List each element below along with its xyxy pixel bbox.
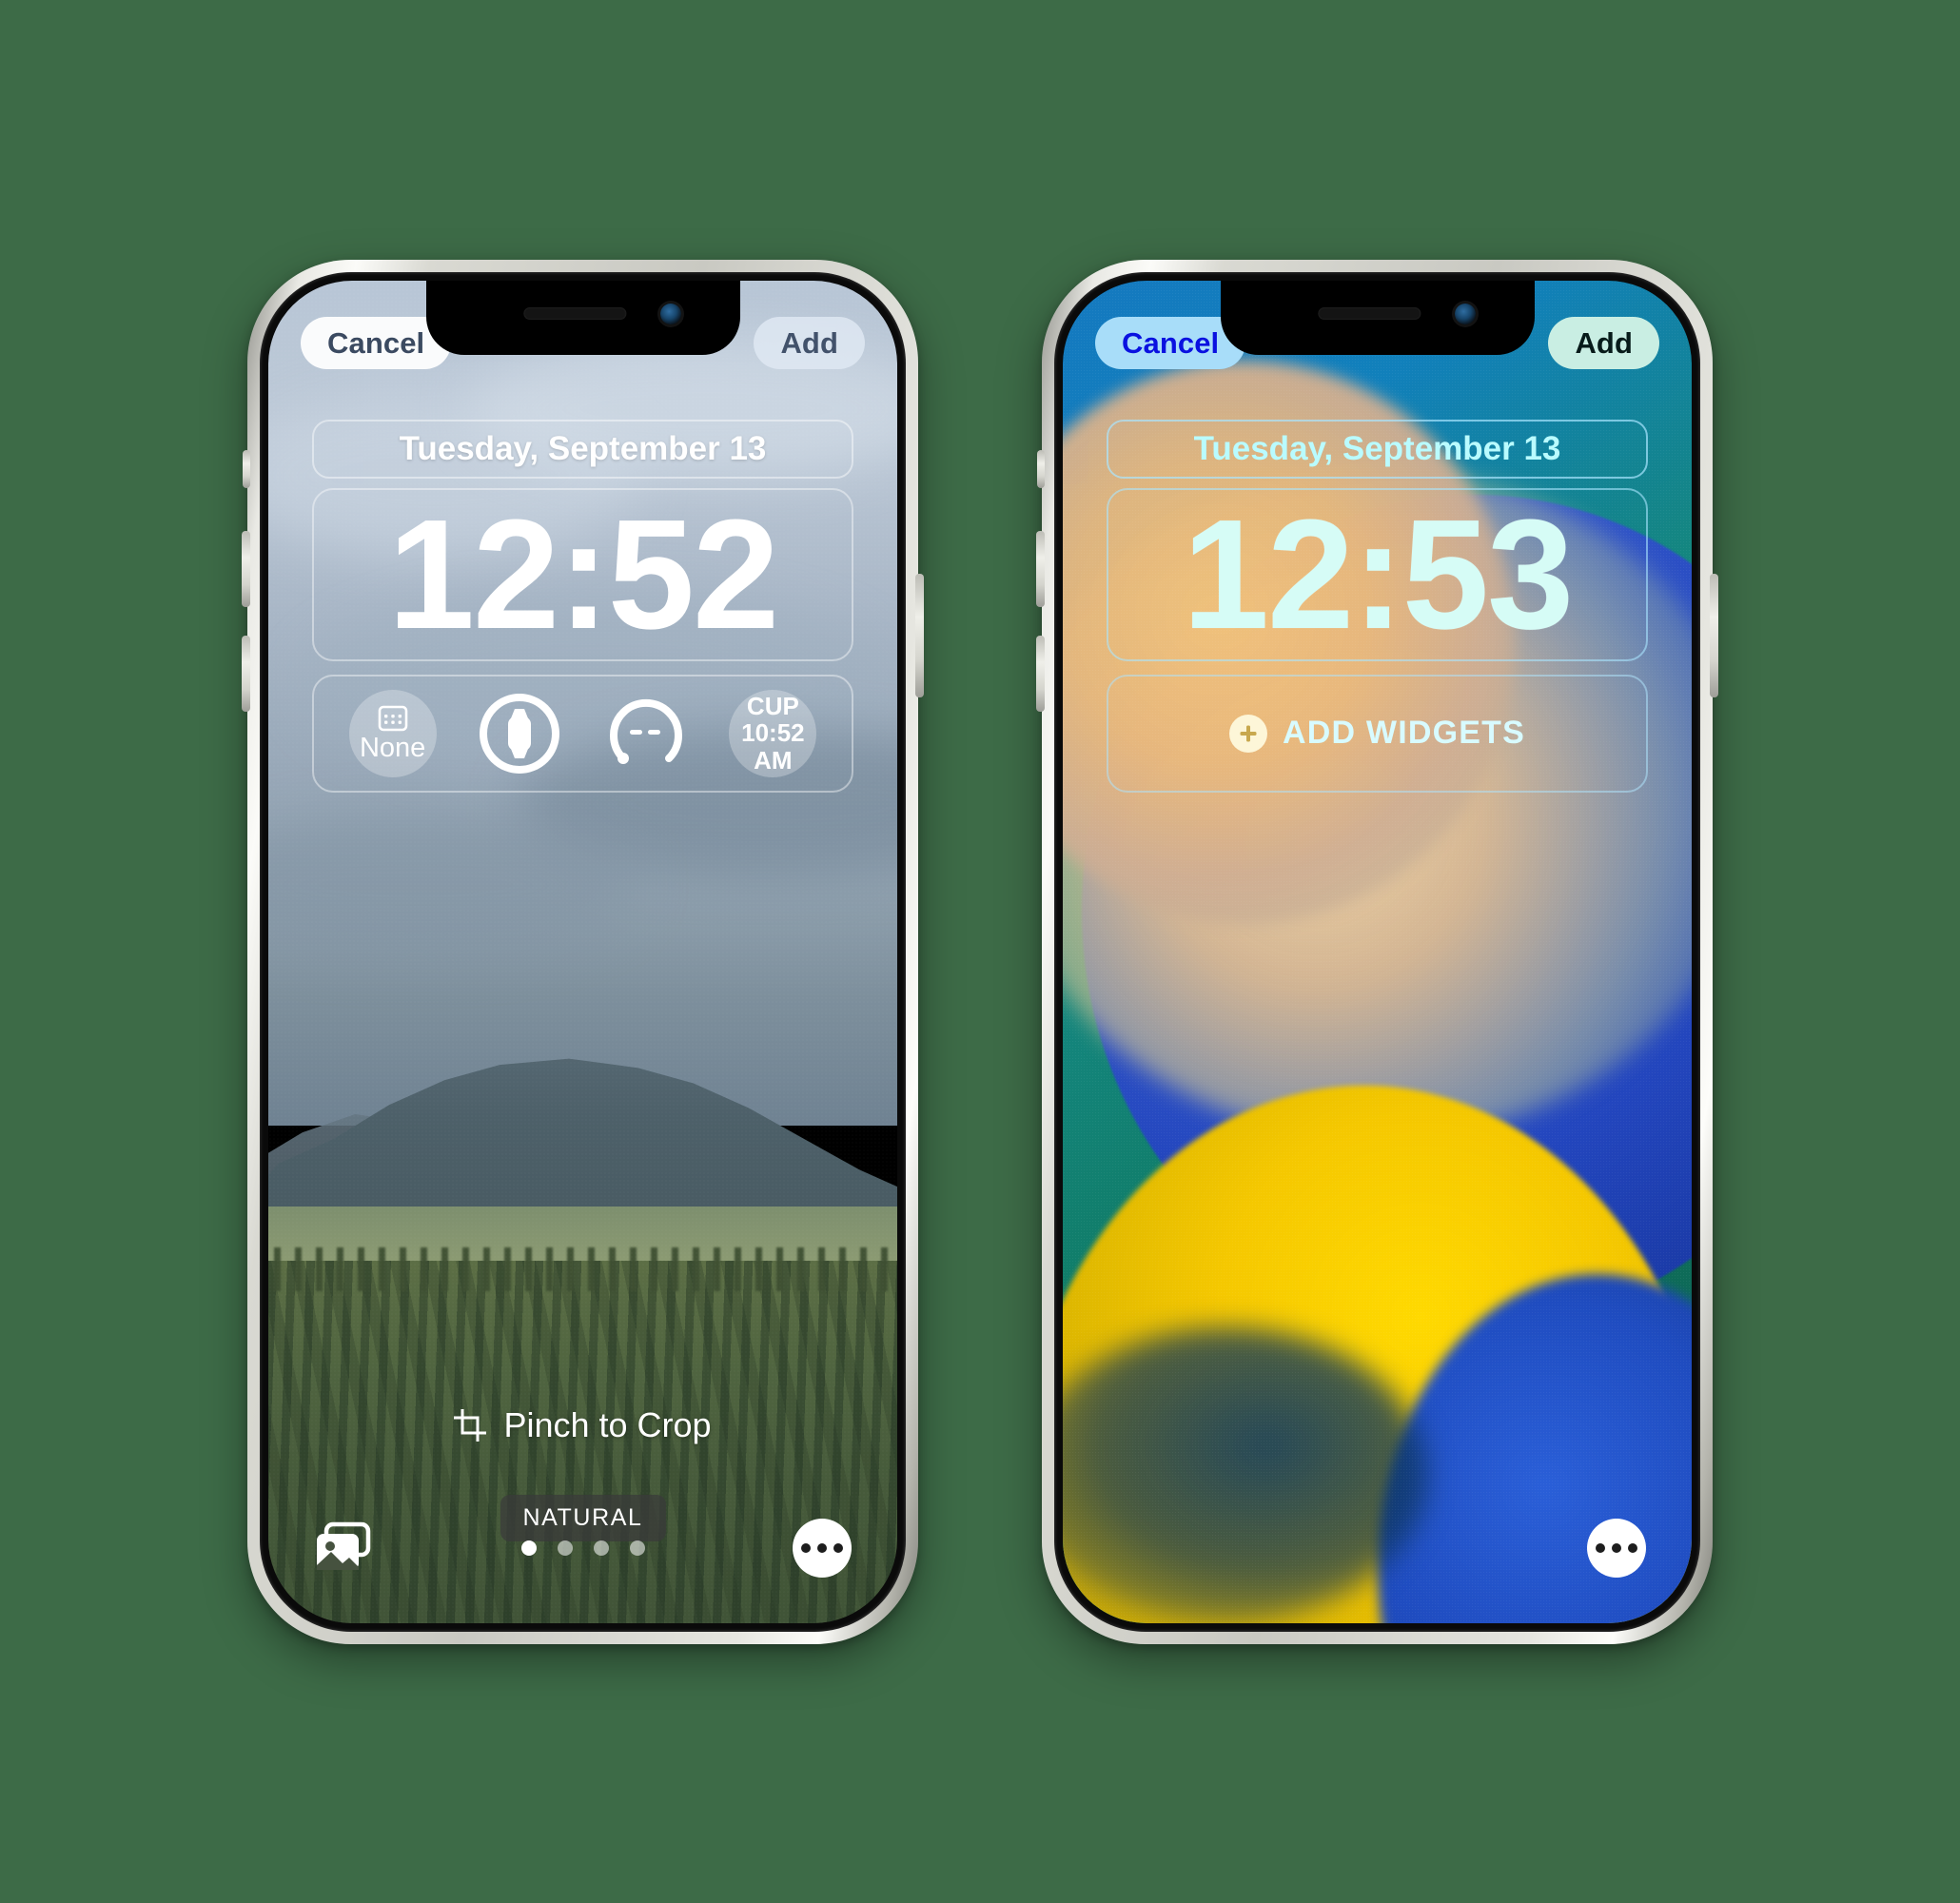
widget-label-none: None [359,733,426,763]
ellipsis-icon [1596,1542,1605,1553]
power-button[interactable] [1710,573,1718,697]
photo-library-icon [317,1521,371,1570]
volume-up-button[interactable] [1036,530,1045,607]
earpiece-speaker [522,306,626,320]
widget-slot-4[interactable]: CUP 10:52 AM [710,689,836,777]
pinch-to-crop-hint[interactable]: Pinch to Crop [268,1405,897,1445]
add-button[interactable]: Add [754,316,865,369]
front-camera-icon [659,303,681,324]
city-code: CUP [746,692,799,721]
screenshot-stage: Cancel Add Tuesday, September 13 12:52 N… [0,0,1960,1903]
volume-down-button[interactable] [242,635,250,712]
widget-row[interactable]: None CUP 10:52 AM [312,674,853,793]
mute-switch[interactable] [1037,449,1045,488]
crop-icon [454,1408,487,1442]
date-text: Tuesday, September 13 [399,429,767,467]
iphone-mockup-left: Cancel Add Tuesday, September 13 12:52 N… [242,259,924,1644]
widget-slot-2[interactable] [456,690,582,777]
ring-icon [610,698,683,764]
date-widget[interactable]: Tuesday, September 13 [312,419,853,479]
front-camera-icon [1454,303,1476,324]
clock-widget[interactable]: 12:53 [1107,486,1648,661]
world-clock-widget[interactable]: CUP 10:52 AM [729,689,817,777]
more-options-button[interactable] [793,1518,852,1578]
page-dot[interactable] [520,1540,537,1556]
add-button[interactable]: Add [1548,316,1659,369]
page-dots[interactable] [520,1540,645,1556]
notch-right [1220,280,1535,355]
battery-ring-widget[interactable] [602,690,690,777]
phone-bezel-right: Cancel Add Tuesday, September 13 12:53 A… [1054,271,1700,1632]
city-meridiem: AM [754,745,793,775]
photo-library-button[interactable] [314,1521,373,1575]
widget-slot-1[interactable]: None [329,689,456,777]
volume-down-button[interactable] [1036,635,1045,712]
pinch-to-crop-label: Pinch to Crop [503,1404,712,1444]
page-dot[interactable] [557,1540,573,1556]
clock-text: 12:52 [387,486,779,661]
watch-widget[interactable] [476,690,563,777]
add-widgets-label: ADD WIDGETS [1283,715,1525,751]
power-button[interactable] [915,573,924,697]
earpiece-speaker [1317,306,1421,320]
add-widgets-button[interactable]: ADD WIDGETS [1229,714,1525,753]
calendar-none-widget[interactable]: None [348,689,437,777]
mute-switch[interactable] [243,449,250,488]
iphone-mockup-right: Cancel Add Tuesday, September 13 12:53 A… [1036,259,1718,1644]
plus-circle-icon [1229,714,1268,753]
ellipsis-icon [801,1542,811,1553]
clock-text: 12:53 [1182,486,1574,661]
volume-up-button[interactable] [242,530,250,607]
date-widget[interactable]: Tuesday, September 13 [1107,419,1648,479]
add-widgets-row[interactable]: ADD WIDGETS [1107,674,1648,793]
clock-widget[interactable]: 12:52 [312,486,853,661]
date-text: Tuesday, September 13 [1193,429,1561,467]
notch-left [425,280,740,355]
bottom-bar-left [314,1518,852,1578]
page-dot[interactable] [629,1540,645,1556]
ellipsis-icon [1612,1542,1621,1553]
screen-right: Cancel Add Tuesday, September 13 12:53 A… [1063,280,1692,1623]
ellipsis-icon [817,1542,827,1553]
calendar-icon [378,705,407,732]
ellipsis-icon [833,1542,843,1553]
phone-bezel-left: Cancel Add Tuesday, September 13 12:52 N… [260,271,906,1632]
watch-icon [479,693,559,774]
city-time: 10:52 [741,718,805,748]
lockscreen-editor-right: Cancel Add Tuesday, September 13 12:53 A… [1063,281,1692,1623]
ellipsis-icon [1628,1542,1637,1553]
widget-slot-3[interactable] [583,690,710,777]
page-dot[interactable] [593,1540,609,1556]
screen-left: Cancel Add Tuesday, September 13 12:52 N… [268,280,897,1623]
lockscreen-editor-left: Cancel Add Tuesday, September 13 12:52 N… [268,281,897,1623]
bottom-bar-right [1108,1518,1646,1578]
more-options-button[interactable] [1587,1518,1646,1578]
